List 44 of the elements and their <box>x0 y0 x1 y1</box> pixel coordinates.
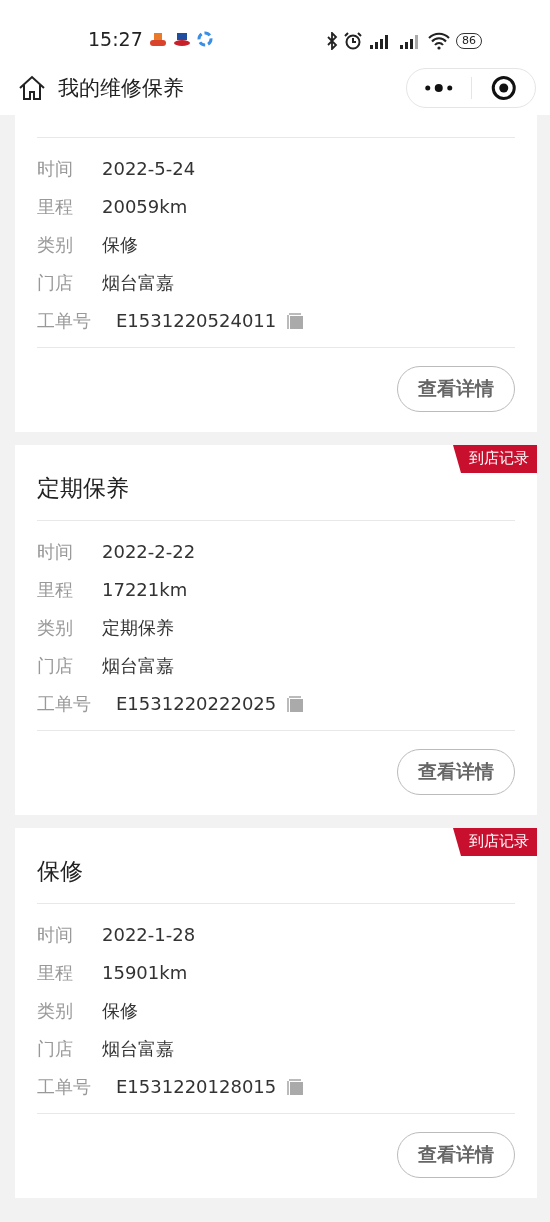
order-number: E1531220524011 <box>116 310 277 331</box>
home-icon[interactable] <box>18 73 46 102</box>
field-label: 类别 <box>37 615 74 640</box>
wifi-icon <box>428 32 450 50</box>
order-number: E1531220128015 <box>116 1076 277 1097</box>
alarm-icon <box>344 32 362 50</box>
field-label: 类别 <box>37 998 74 1023</box>
store-visit-tag: 到店记录 <box>453 445 537 473</box>
field-label: 工单号 <box>37 308 92 333</box>
field-value: 定期保养 <box>102 615 174 640</box>
field-label: 类别 <box>37 232 74 257</box>
order-number: E1531220222025 <box>116 693 277 714</box>
field-label: 时间 <box>37 922 74 947</box>
field-value: 15901km <box>102 962 188 983</box>
field-label: 时间 <box>37 156 74 181</box>
field-label: 门店 <box>37 1036 74 1061</box>
view-details-button[interactable]: 查看详情 <box>397 749 515 795</box>
view-details-button[interactable]: 查看详情 <box>397 1132 515 1178</box>
field-value: 保修 <box>102 232 138 257</box>
field-label: 门店 <box>37 653 74 678</box>
field-label: 工单号 <box>37 1074 92 1099</box>
bluetooth-icon <box>326 32 338 50</box>
field-label: 里程 <box>37 960 74 985</box>
field-label: 时间 <box>37 539 74 564</box>
field-value: 烟台富嘉 <box>102 1036 174 1061</box>
field-value: 2022-5-24 <box>102 158 196 179</box>
store-visit-tag: 到店记录 <box>453 828 537 856</box>
field-label: 里程 <box>37 194 74 219</box>
field-value: 烟台富嘉 <box>102 653 174 678</box>
app-icon <box>196 31 213 47</box>
field-value: 2022-2-22 <box>102 541 196 562</box>
app-icon <box>172 31 191 47</box>
field-label: 工单号 <box>37 691 92 716</box>
field-value: 20059km <box>102 196 188 217</box>
field-label: 里程 <box>37 577 74 602</box>
view-details-button[interactable]: 查看详情 <box>397 366 515 412</box>
field-value: 17221km <box>102 579 188 600</box>
status-time: 15:27 <box>88 28 143 50</box>
app-icon <box>148 31 167 47</box>
field-label: 门店 <box>37 270 74 295</box>
field-value: 保修 <box>102 998 138 1023</box>
page-title: 我的维修保养 <box>58 74 185 102</box>
field-value: 2022-1-28 <box>102 924 196 945</box>
field-value: 烟台富嘉 <box>102 270 174 295</box>
